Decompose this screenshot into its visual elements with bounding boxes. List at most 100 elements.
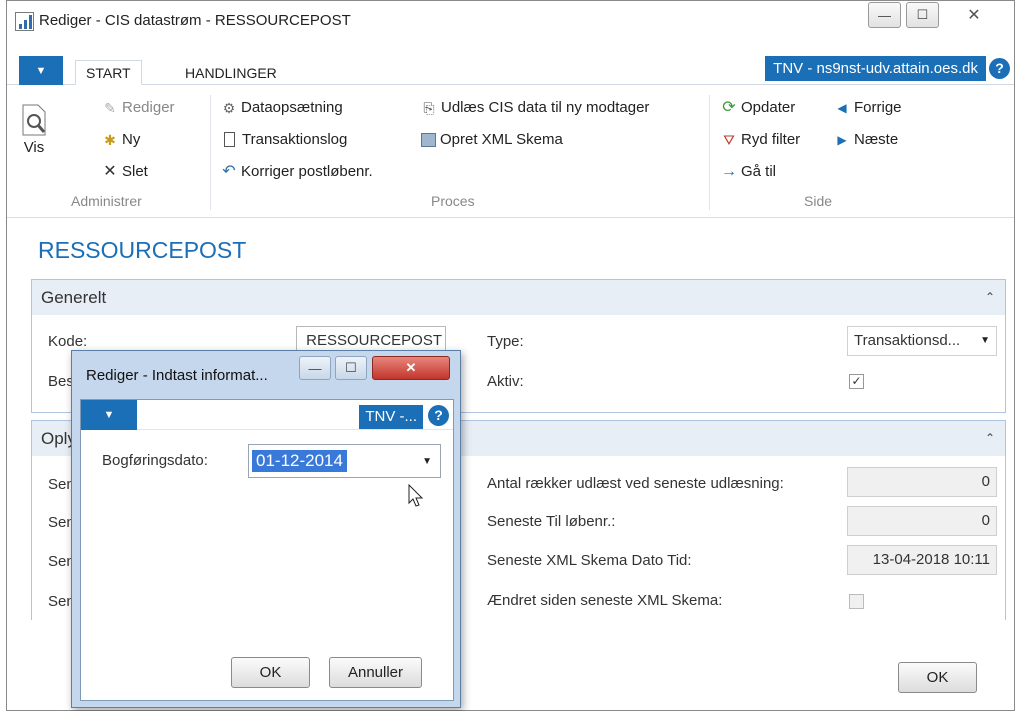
export-document-icon: ⎘ (423, 99, 435, 116)
antal-label: Antal rækker udlæst ved seneste udlæsnin… (487, 475, 784, 492)
aktiv-label: Aktiv: (487, 373, 524, 390)
dialog-cancel-button[interactable]: Annuller (329, 657, 422, 688)
maximize-button[interactable]: ☐ (906, 2, 939, 28)
dataopsaetning-button[interactable]: ⚙ Dataopsætning (221, 99, 343, 116)
title-bar: Rediger - CIS datastrøm - RESSOURCEPOST … (7, 1, 1014, 41)
type-dropdown[interactable]: Transaktionsd... ▼ (847, 326, 997, 356)
til-loebenr-label: Seneste Til løbenr.: (487, 513, 616, 530)
collapse-chevron-icon[interactable]: ⌃ (985, 280, 995, 315)
group-proces: Proces (431, 193, 475, 209)
log-document-icon (224, 132, 235, 147)
collapse-chevron-icon[interactable]: ⌃ (985, 421, 995, 456)
rediger-button[interactable]: ✎ Rediger (102, 99, 175, 116)
gaa-til-label: Gå til (741, 163, 777, 180)
transaktionslog-button[interactable]: Transaktionslog (221, 131, 347, 148)
korriger-button[interactable]: ↶ Korriger postløbenr. (221, 162, 373, 180)
tab-start[interactable]: START (75, 60, 142, 85)
caret-down-icon: ▼ (35, 64, 47, 77)
dialog-help-icon[interactable]: ? (428, 405, 449, 426)
tab-bar: ▼ START HANDLINGER TNV - ns9nst-udv.atta… (7, 41, 1014, 85)
aendret-label: Ændret siden seneste XML Skema: (487, 592, 723, 609)
app-chart-icon (15, 12, 34, 31)
generelt-header[interactable]: Generelt ⌃ (32, 280, 1005, 315)
dropdown-arrow-icon: ▼ (980, 335, 990, 346)
opdater-button[interactable]: ⟳ Opdater (721, 99, 795, 116)
slet-button[interactable]: ✕ Slet (102, 163, 148, 180)
pencil-icon: ✎ (104, 99, 116, 116)
ok-button[interactable]: OK (898, 662, 977, 693)
view-document-icon (22, 104, 46, 136)
delete-x-icon: ✕ (103, 162, 117, 180)
type-value: Transaktionsd... (854, 332, 961, 349)
server-badge: TNV - ns9nst-udv.attain.oes.dk (765, 56, 986, 81)
forrige-button[interactable]: ◀ Forrige (834, 99, 902, 116)
dialog-title: Rediger - Indtast informat... (86, 367, 268, 384)
arrow-right-icon: → (721, 162, 737, 180)
dialog-ok-button[interactable]: OK (231, 657, 310, 688)
dialog-server-badge: TNV -... (359, 405, 423, 429)
opret-xml-button[interactable]: Opret XML Skema (421, 131, 563, 148)
close-button[interactable]: ✕ (944, 2, 1004, 28)
dialog-close-button[interactable]: ✕ (372, 356, 450, 380)
window-title: Rediger - CIS datastrøm - RESSOURCEPOST (39, 12, 351, 29)
tab-handlinger[interactable]: HANDLINGER (175, 61, 287, 85)
app-menu-button[interactable]: ▼ (19, 56, 63, 85)
input-dialog: Rediger - Indtast informat... — ☐ ✕ ▼ TN… (71, 350, 461, 708)
korriger-label: Korriger postløbenr. (241, 163, 373, 180)
dialog-toolbar: ▼ TNV -... ? (81, 400, 453, 430)
naeste-button[interactable]: ▶ Næste (834, 131, 898, 148)
udlaes-button[interactable]: ⎘ Udlæs CIS data til ny modtager (421, 99, 649, 116)
refresh-icon: ⟳ (722, 98, 736, 116)
gaa-til-button[interactable]: → Gå til (721, 163, 776, 180)
group-administrer: Administrer (71, 193, 142, 209)
clear-filter-icon: ⛛ (723, 131, 735, 148)
help-icon[interactable]: ? (989, 58, 1010, 79)
kode-label: Kode: (48, 333, 88, 350)
xml-dato-label: Seneste XML Skema Dato Tid: (487, 552, 692, 569)
caret-down-icon: ▼ (103, 409, 115, 421)
opret-xml-label: Opret XML Skema (440, 131, 563, 148)
rediger-label: Rediger (122, 99, 175, 116)
minimize-button[interactable]: — (868, 2, 901, 28)
type-label: Type: (487, 333, 524, 350)
xml-dato-field: 13-04-2018 10:11 (847, 545, 997, 575)
settings-gears-icon: ⚙ (222, 99, 236, 116)
forrige-label: Forrige (854, 99, 902, 116)
page-title: RESSOURCEPOST (38, 237, 247, 263)
next-arrow-icon: ▶ (837, 132, 847, 147)
dataopsaetning-label: Dataopsætning (241, 99, 343, 116)
bogfoeringsdato-field[interactable]: 01-12-2014 ▼ (248, 444, 441, 478)
ryd-filter-label: Ryd filter (741, 131, 801, 148)
vis-button[interactable]: Vis (19, 103, 49, 156)
undo-arrow-icon: ↶ (222, 162, 236, 180)
dropdown-arrow-icon[interactable]: ▼ (422, 456, 432, 467)
dialog-menu-button[interactable]: ▼ (81, 400, 137, 430)
beskrivelse-label: Bes (48, 373, 74, 390)
aendret-checkbox (849, 594, 864, 609)
previous-arrow-icon: ◀ (837, 100, 847, 115)
dialog-maximize-button[interactable]: ☐ (335, 356, 367, 380)
ryd-filter-button[interactable]: ⛛ Ryd filter (721, 131, 800, 148)
slet-label: Slet (122, 163, 148, 180)
opdater-label: Opdater (741, 99, 796, 116)
generelt-title: Generelt (41, 288, 107, 307)
naeste-label: Næste (854, 131, 899, 148)
group-side: Side (804, 193, 833, 209)
antal-field: 0 (847, 467, 997, 497)
udlaes-label: Udlæs CIS data til ny modtager (441, 99, 650, 116)
xml-schema-icon (421, 132, 436, 147)
bogfoeringsdato-label: Bogføringsdato: (102, 452, 208, 469)
ribbon-separator (210, 95, 211, 210)
dialog-minimize-button[interactable]: — (299, 356, 331, 380)
vis-label: Vis (23, 139, 45, 156)
ribbon: Vis ✎ Rediger ✱ Ny ✕ Slet Administrer ⚙ Data… (7, 85, 1014, 218)
mouse-cursor-icon (408, 484, 424, 507)
new-document-icon: ✱ (104, 131, 116, 148)
dialog-body: ▼ TNV -... ? Bogføringsdato: 01-12-2014 … (80, 399, 454, 701)
transaktionslog-label: Transaktionslog (242, 131, 348, 148)
aktiv-checkbox[interactable]: ✓ (849, 374, 864, 389)
til-loebenr-field: 0 (847, 506, 997, 536)
bogfoeringsdato-value: 01-12-2014 (252, 450, 347, 472)
ny-label: Ny (122, 131, 141, 148)
ny-button[interactable]: ✱ Ny (102, 131, 140, 148)
